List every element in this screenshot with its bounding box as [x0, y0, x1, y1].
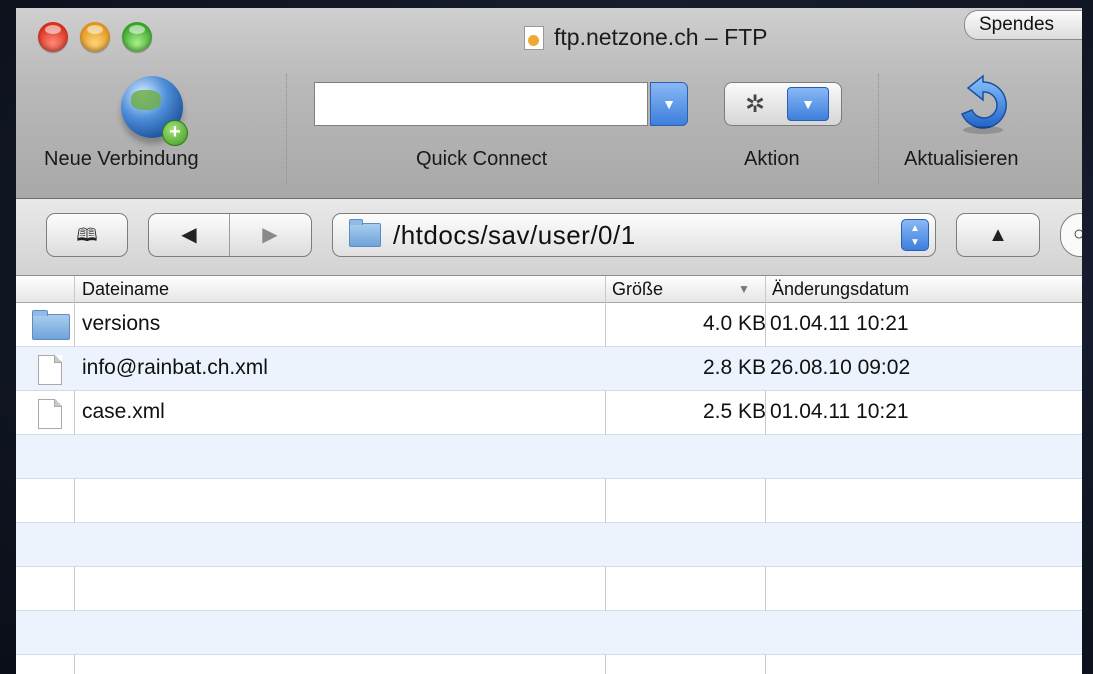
empty-row	[16, 479, 1082, 523]
file-icon	[32, 399, 62, 429]
donate-button[interactable]: Spendes	[964, 10, 1082, 40]
empty-row	[16, 523, 1082, 567]
forward-arrow-icon: ▶	[262, 224, 278, 246]
close-window-button[interactable]	[38, 22, 68, 52]
file-name: versions	[82, 312, 161, 335]
table-row[interactable]: case.xml 2.5 KB 01.04.11 10:21	[16, 391, 1082, 435]
back-button[interactable]: ◀	[149, 214, 230, 256]
action-label: Aktion	[744, 148, 800, 170]
file-size: 2.5 KB	[702, 400, 766, 423]
path-stepper-icon[interactable]: ▲ ▼	[901, 219, 929, 251]
quick-connect-dropdown[interactable]: ▼	[650, 82, 688, 126]
path-popup[interactable]: /htdocs/sav/user/0/1 ▲ ▼	[332, 213, 936, 257]
column-header-name[interactable]: Dateiname	[82, 279, 169, 300]
empty-row	[16, 611, 1082, 655]
file-size: 2.8 KB	[702, 356, 766, 379]
toolbar-separator	[286, 74, 287, 184]
file-date: 01.04.11 10:21	[770, 312, 909, 335]
empty-row	[16, 435, 1082, 479]
table-header: Dateiname Größe ▼ Änderungsdatum	[16, 276, 1082, 303]
refresh-label[interactable]: Aktualisieren	[904, 148, 1019, 171]
chevron-down-icon: ▼	[662, 96, 676, 112]
quick-connect-label: Quick Connect	[416, 148, 548, 170]
history-segment: ◀ ▶	[148, 213, 312, 257]
plus-icon: +	[162, 120, 188, 146]
toolbar-separator	[878, 74, 879, 184]
book-icon: 🕮	[76, 225, 98, 246]
column-header-size[interactable]: Größe	[612, 279, 663, 300]
back-arrow-icon: ◀	[181, 224, 197, 246]
minimize-window-button[interactable]	[80, 22, 110, 52]
empty-row	[16, 567, 1082, 611]
file-name: info@rainbat.ch.xml	[82, 356, 268, 379]
search-field[interactable]: ○	[1060, 213, 1082, 257]
file-size: 4.0 KB	[702, 312, 766, 335]
table-row[interactable]: info@rainbat.ch.xml 2.8 KB 26.08.10 09:0…	[16, 347, 1082, 391]
bookmarks-button[interactable]: 🕮	[46, 213, 128, 257]
file-name: case.xml	[82, 400, 165, 423]
gear-icon: ✲	[744, 90, 766, 118]
zoom-window-button[interactable]	[122, 22, 152, 52]
ftp-window: ftp.netzone.ch – FTP Spendes + Neue Verb…	[16, 8, 1082, 674]
file-icon	[32, 355, 62, 385]
search-icon: ○	[1073, 223, 1082, 245]
table-row[interactable]: versions 4.0 KB 01.04.11 10:21	[16, 303, 1082, 347]
quick-connect-input[interactable]	[314, 82, 648, 126]
column-header-date[interactable]: Änderungsdatum	[772, 279, 909, 300]
navigation-bar: 🕮 ◀ ▶ /htdocs/sav/user/0/1 ▲ ▼ ▲ ○	[16, 199, 1082, 276]
file-list: versions 4.0 KB 01.04.11 10:21 info@rain…	[16, 303, 1082, 674]
chevron-down-icon: ▼	[787, 87, 829, 121]
forward-button[interactable]: ▶	[230, 214, 310, 256]
window-title: ftp.netzone.ch – FTP	[524, 24, 768, 51]
refresh-icon[interactable]	[952, 74, 1014, 136]
parent-directory-button[interactable]: ▲	[956, 213, 1040, 257]
window-title-text: ftp.netzone.ch – FTP	[554, 24, 768, 50]
folder-icon	[32, 310, 70, 340]
file-date: 26.08.10 09:02	[770, 356, 911, 379]
new-connection-label[interactable]: Neue Verbindung	[44, 148, 199, 171]
empty-row	[16, 655, 1082, 674]
folder-icon	[349, 219, 381, 247]
sort-descending-icon: ▼	[738, 282, 750, 296]
unified-toolbar: ftp.netzone.ch – FTP Spendes + Neue Verb…	[16, 8, 1082, 199]
up-arrow-icon: ▲	[988, 224, 1008, 246]
file-date: 01.04.11 10:21	[770, 400, 909, 423]
current-path: /htdocs/sav/user/0/1	[393, 219, 636, 250]
document-proxy-icon[interactable]	[524, 25, 544, 50]
action-button[interactable]: ✲ ▼	[724, 82, 842, 126]
